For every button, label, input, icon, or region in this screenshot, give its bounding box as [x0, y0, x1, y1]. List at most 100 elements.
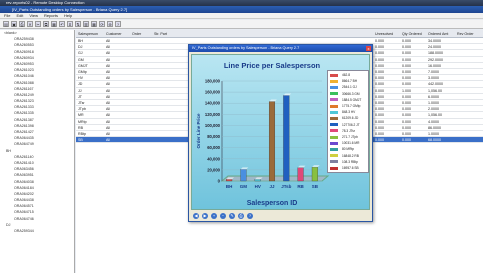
zoom-icon[interactable]: ⊕ — [107, 21, 113, 27]
cell-oa: 442.0000 — [428, 82, 443, 87]
cell-qo: 0.000 — [402, 119, 411, 124]
cell-qo: 0.000 — [402, 94, 411, 99]
cell-oa: 6.0000 — [428, 94, 439, 99]
table-icon[interactable]: ▦ — [91, 21, 97, 27]
y-tick-label: 0 — [218, 179, 221, 184]
legend-label: 10031.6 MR — [342, 141, 360, 146]
x-tick-label: HV — [255, 184, 261, 189]
legend-swatch — [330, 110, 338, 114]
cell-sp: RB — [78, 125, 83, 130]
cell-oa: 2.0000 — [428, 107, 439, 112]
menu-reports[interactable]: Reports — [44, 13, 58, 18]
cell-cu: All — [106, 51, 110, 56]
legend-item: 80 MRtp — [330, 147, 354, 152]
help-icon[interactable]: ? — [247, 213, 253, 219]
col-header-ordered-amt[interactable]: Ordered Amt — [428, 30, 448, 38]
bar — [226, 179, 233, 182]
cell-qo: 0.000 — [402, 76, 411, 81]
cell-st: 0.000 — [375, 107, 384, 112]
col-header-rev-order[interactable]: Rev Order — [457, 30, 474, 38]
legend-swatch — [330, 117, 338, 121]
prev-icon[interactable]: ◀ — [193, 213, 199, 219]
y-tick-label: 120,000 — [205, 112, 221, 117]
legend-swatch — [330, 135, 338, 139]
cell-sp: HV — [78, 76, 83, 81]
copy-icon[interactable]: ⧉ — [43, 21, 49, 27]
paste-icon[interactable]: ▦ — [51, 21, 57, 27]
legend-label: 271.7 JTpb — [342, 135, 358, 139]
legend-item: 16848.2 RB — [330, 154, 359, 159]
cell-cu: All — [106, 107, 110, 112]
legend-label: 80 MRtp — [342, 147, 355, 152]
col-header-customer[interactable]: Customer — [106, 30, 122, 38]
legend-item: 108.3 RBtp — [330, 160, 358, 165]
cell-qo: 0.000 — [402, 39, 411, 43]
zoom-out-icon[interactable]: − — [220, 213, 226, 219]
legend-swatch — [330, 73, 338, 77]
cell-st: 0.000 — [375, 45, 384, 50]
cell-oa: 1.0000 — [428, 132, 439, 136]
cell-qo: 0.000 — [402, 132, 411, 136]
legend-item: 127706.2 JT — [330, 123, 360, 128]
y-tick-label: 100,000 — [205, 123, 221, 128]
col-header-str-part[interactable]: Str. Part — [154, 30, 167, 38]
cell-cu: All — [106, 70, 110, 74]
legend-item: 462.8 — [330, 73, 350, 78]
cell-sp: MRtp — [78, 119, 87, 124]
y-tick-label: 40,000 — [207, 156, 220, 161]
cell-oa: 188.0000 — [428, 51, 443, 56]
grid-header: Salesperson Customer Order Str. Part Unr… — [76, 30, 483, 38]
cut-icon[interactable]: ✂ — [35, 21, 41, 27]
col-header-order[interactable]: Order — [132, 30, 141, 38]
cell-sp: JTpb — [78, 107, 86, 112]
tree-panel[interactable]: <blank> ORA259438 ORA260553 ORA260918 ORA260… — [0, 30, 75, 273]
legend-item: 30666.3 GM — [330, 92, 360, 97]
menu-view[interactable]: View — [29, 13, 38, 18]
refresh-icon[interactable]: ⟳ — [99, 21, 105, 27]
cell-sp: JTsr — [78, 101, 85, 105]
bar-top — [283, 93, 292, 96]
undo-icon[interactable]: ↶ — [59, 21, 65, 27]
cell-cu: All — [106, 132, 110, 136]
cell-cu: All — [106, 138, 110, 143]
cell-st: 0.000 — [375, 39, 384, 43]
legend-label: 2544.1 GJ — [342, 85, 357, 90]
open-icon[interactable]: ▤ — [3, 21, 9, 27]
print-icon[interactable]: ⎙ — [238, 213, 244, 219]
col-header-salesperson[interactable]: Salesperson — [78, 30, 98, 38]
menu-help[interactable]: Help — [64, 13, 72, 18]
close-icon[interactable]: ✕ — [27, 21, 33, 27]
bar-top — [312, 165, 320, 168]
bar — [283, 95, 290, 182]
cell-cu: All — [106, 76, 110, 81]
col-header-qty-ordered[interactable]: Qty Ordered — [402, 30, 422, 38]
filter-icon[interactable]: ⊻ — [67, 21, 73, 27]
cell-oa: 1,056.00 — [428, 88, 442, 93]
cell-oa: 1,056.00 — [428, 113, 442, 118]
zoom-in-icon[interactable]: + — [211, 213, 217, 219]
menu-edit[interactable]: Edit — [16, 13, 23, 18]
bar-top — [269, 99, 277, 102]
next-icon[interactable]: ▶ — [202, 213, 208, 219]
cell-qo: 1.000 — [402, 88, 411, 93]
cell-oa: 292.0000 — [428, 57, 443, 62]
cell-st: 0.000 — [375, 51, 384, 56]
save-icon[interactable]: ▣ — [11, 21, 17, 27]
close-icon[interactable]: x — [366, 46, 371, 51]
menu-file[interactable]: File — [4, 13, 10, 18]
help-icon[interactable]: ? — [115, 21, 121, 27]
edit-icon[interactable]: ✎ — [229, 213, 235, 219]
legend-swatch — [330, 104, 338, 108]
tree-item[interactable]: ORA259344 — [0, 228, 74, 234]
sort-icon[interactable]: ⇅ — [75, 21, 81, 27]
chart-icon[interactable]: ▥ — [83, 21, 89, 27]
cell-sp: GMJT — [78, 63, 88, 68]
cell-oa: 1.0000 — [428, 101, 439, 105]
cell-cu: All — [106, 101, 110, 105]
col-header-unresolved[interactable]: Unresolved — [375, 30, 393, 38]
print-icon[interactable]: ⎙ — [19, 21, 25, 27]
cell-qo: 0.000 — [402, 138, 411, 143]
x-axis-label: Salesperson ID — [247, 200, 298, 207]
legend-swatch — [330, 86, 338, 90]
legend-label: 848.3 HV — [342, 110, 356, 115]
